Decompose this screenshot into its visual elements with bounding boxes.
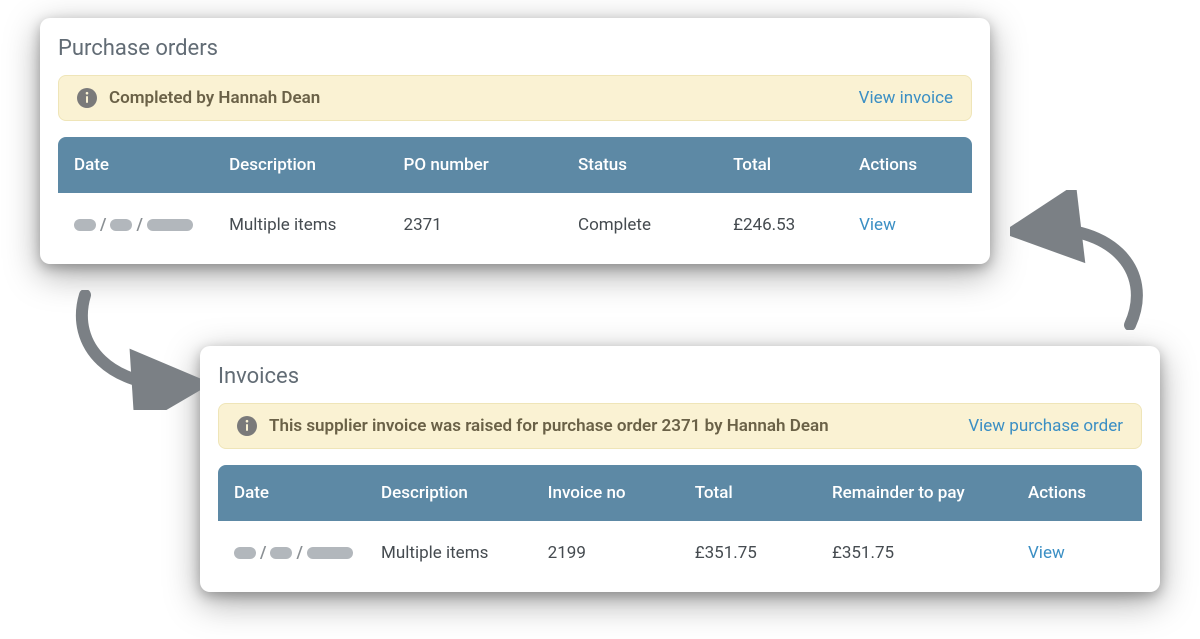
col-date: Date — [234, 483, 381, 503]
invoices-alert: This supplier invoice was raised for pur… — [218, 403, 1142, 449]
col-description: Description — [381, 483, 548, 503]
redacted-date: // — [74, 215, 193, 235]
purchase-orders-alert: Completed by Hannah Dean View invoice — [58, 75, 972, 121]
col-po-number: PO number — [404, 155, 578, 175]
cell-invoice-no: 2199 — [548, 543, 695, 564]
invoices-title: Invoices — [218, 364, 1142, 389]
invoices-table-header: Date Description Invoice no Total Remain… — [218, 465, 1142, 521]
info-icon — [237, 416, 257, 436]
view-purchase-order-link[interactable]: View purchase order — [968, 416, 1123, 436]
cell-total: £246.53 — [733, 215, 859, 236]
col-actions: Actions — [1028, 483, 1126, 503]
col-total: Total — [695, 483, 832, 503]
view-link[interactable]: View — [859, 215, 956, 236]
col-remainder: Remainder to pay — [832, 483, 1028, 503]
view-invoice-link[interactable]: View invoice — [859, 88, 953, 108]
col-status: Status — [578, 155, 733, 175]
cell-po-number: 2371 — [404, 215, 578, 236]
arrow-up-left-icon — [1010, 190, 1160, 330]
col-invoice-no: Invoice no — [548, 483, 695, 503]
cell-description: Multiple items — [381, 543, 548, 564]
table-row: // Multiple items 2371 Complete £246.53 … — [58, 193, 972, 242]
info-icon — [77, 88, 97, 108]
redacted-date: // — [234, 543, 353, 563]
table-row: // Multiple items 2199 £351.75 £351.75 V… — [218, 521, 1142, 570]
cell-remainder: £351.75 — [832, 543, 1028, 564]
col-total: Total — [733, 155, 859, 175]
col-date: Date — [74, 155, 229, 175]
col-description: Description — [229, 155, 403, 175]
col-actions: Actions — [859, 155, 956, 175]
cell-status: Complete — [578, 215, 733, 236]
view-link[interactable]: View — [1028, 543, 1126, 564]
cell-description: Multiple items — [229, 215, 403, 236]
arrow-down-right-icon — [60, 290, 200, 410]
purchase-orders-table-header: Date Description PO number Status Total … — [58, 137, 972, 193]
purchase-orders-title: Purchase orders — [58, 36, 972, 61]
cell-total: £351.75 — [695, 543, 832, 564]
alert-text: This supplier invoice was raised for pur… — [269, 416, 956, 436]
cell-date: // — [234, 543, 381, 564]
cell-date: // — [74, 215, 229, 236]
alert-text: Completed by Hannah Dean — [109, 88, 847, 108]
invoices-card: Invoices This supplier invoice was raise… — [200, 346, 1160, 592]
purchase-orders-card: Purchase orders Completed by Hannah Dean… — [40, 18, 990, 264]
